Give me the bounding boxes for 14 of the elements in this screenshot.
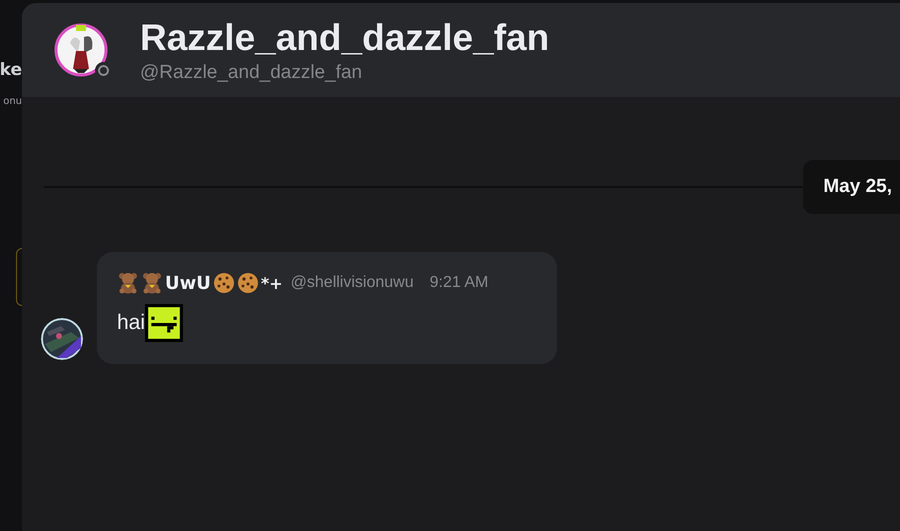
sender-handle: @shellivisionuwu — [290, 274, 414, 292]
username: @Razzle_and_dazzle_fan — [140, 62, 364, 84]
message-time: 9:21 AM — [430, 274, 488, 292]
page-subtitle-text: onu — [3, 96, 22, 107]
message-text: hai — [117, 311, 146, 335]
display-name: Razzle_and_dazzle_fan — [140, 16, 550, 60]
page-title-text: ke — [0, 60, 22, 80]
teddy-bear-icon — [141, 272, 163, 294]
teddy-bear-icon — [117, 272, 139, 294]
cookie-icon — [212, 272, 235, 294]
sender-name: UwU — [165, 272, 211, 294]
face-emoji-icon — [145, 304, 184, 342]
name-suffix: *+ — [260, 274, 283, 292]
cookie-icon — [236, 272, 259, 294]
